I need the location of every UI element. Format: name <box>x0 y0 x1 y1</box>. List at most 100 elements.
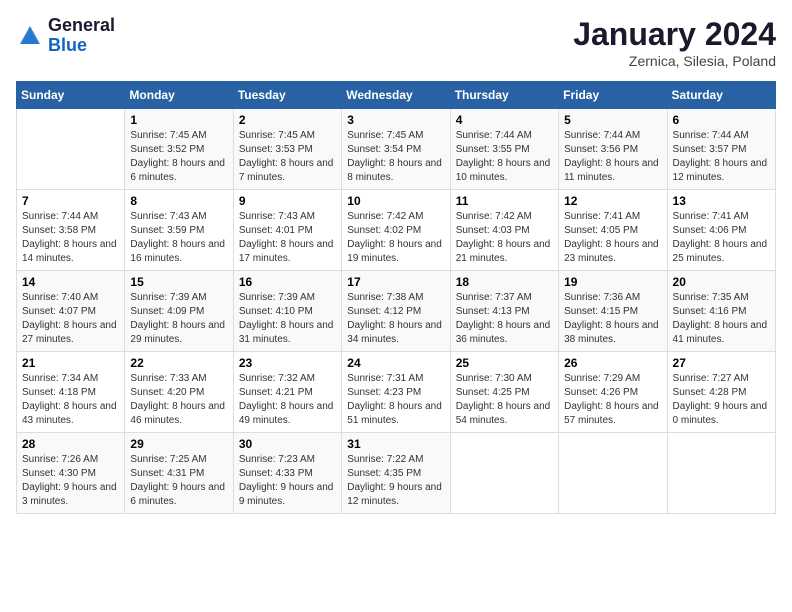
calendar-header-row: SundayMondayTuesdayWednesdayThursdayFrid… <box>17 82 776 109</box>
calendar-cell: 18Sunrise: 7:37 AMSunset: 4:13 PMDayligh… <box>450 271 558 352</box>
calendar-cell: 30 Sunrise: 7:23 AMSunset: 4:33 PMDayligh… <box>233 433 341 514</box>
day-info: Sunrise: 7:45 AMSunset: 3:53 PMDaylight:… <box>239 129 336 185</box>
day-info: Sunrise: 7:43 AMSunset: 3:59 PMDaylight:… <box>130 210 227 266</box>
calendar-cell: 22 Sunrise: 7:33 AMSunset: 4:20 PMDayligh… <box>125 352 233 433</box>
day-number: 24 <box>347 356 444 370</box>
calendar-cell: 16Sunrise: 7:39 AMSunset: 4:10 PMDayligh… <box>233 271 341 352</box>
day-info: Sunrise: 7:25 AMSunset: 4:31 PMDaylight:… <box>130 453 227 509</box>
day-info: Sunrise: 7:45 AMSunset: 3:54 PMDaylight:… <box>347 129 444 185</box>
col-header-monday: Monday <box>125 82 233 109</box>
day-number: 30 <box>239 437 336 451</box>
calendar-cell: 1 Sunrise: 7:45 AMSunset: 3:52 PMDaylight… <box>125 109 233 190</box>
calendar-cell: 10 Sunrise: 7:42 AMSunset: 4:02 PMDayligh… <box>342 190 450 271</box>
day-number: 27 <box>673 356 770 370</box>
day-number: 26 <box>564 356 661 370</box>
day-number: 10 <box>347 194 444 208</box>
day-info: Sunrise: 7:38 AMSunset: 4:12 PMDaylight:… <box>347 291 444 347</box>
col-header-tuesday: Tuesday <box>233 82 341 109</box>
calendar-cell <box>17 109 125 190</box>
day-number: 12 <box>564 194 661 208</box>
day-number: 8 <box>130 194 227 208</box>
calendar-cell: 12 Sunrise: 7:41 AMSunset: 4:05 PMDayligh… <box>559 190 667 271</box>
logo-general: General <box>48 16 115 36</box>
calendar-cell: 24 Sunrise: 7:31 AMSunset: 4:23 PMDayligh… <box>342 352 450 433</box>
day-info: Sunrise: 7:33 AMSunset: 4:20 PMDaylight:… <box>130 372 227 428</box>
day-info: Sunrise: 7:22 AMSunset: 4:35 PMDaylight:… <box>347 453 444 509</box>
col-header-sunday: Sunday <box>17 82 125 109</box>
day-number: 22 <box>130 356 227 370</box>
calendar-cell: 9Sunrise: 7:43 AMSunset: 4:01 PMDaylight… <box>233 190 341 271</box>
day-number: 21 <box>22 356 119 370</box>
day-number: 20 <box>673 275 770 289</box>
calendar-cell: 2Sunrise: 7:45 AMSunset: 3:53 PMDaylight… <box>233 109 341 190</box>
week-row-1: 7Sunrise: 7:44 AMSunset: 3:58 PMDaylight… <box>17 190 776 271</box>
page-header: General Blue January 2024 Zernica, Siles… <box>16 16 776 69</box>
calendar-cell: 28 Sunrise: 7:26 AMSunset: 4:30 PMDayligh… <box>17 433 125 514</box>
day-info: Sunrise: 7:44 AMSunset: 3:55 PMDaylight:… <box>456 129 553 185</box>
day-number: 15 <box>130 275 227 289</box>
day-info: Sunrise: 7:37 AMSunset: 4:13 PMDaylight:… <box>456 291 553 347</box>
day-info: Sunrise: 7:42 AMSunset: 4:03 PMDaylight:… <box>456 210 553 266</box>
day-number: 11 <box>456 194 553 208</box>
calendar-cell: 14Sunrise: 7:40 AMSunset: 4:07 PMDayligh… <box>17 271 125 352</box>
calendar-cell: 25 Sunrise: 7:30 AMSunset: 4:25 PMDayligh… <box>450 352 558 433</box>
day-number: 17 <box>347 275 444 289</box>
logo-text: General Blue <box>48 16 115 56</box>
day-info: Sunrise: 7:27 AMSunset: 4:28 PMDaylight:… <box>673 372 770 428</box>
col-header-saturday: Saturday <box>667 82 775 109</box>
week-row-0: 1 Sunrise: 7:45 AMSunset: 3:52 PMDaylight… <box>17 109 776 190</box>
day-info: Sunrise: 7:43 AMSunset: 4:01 PMDaylight:… <box>239 210 336 266</box>
day-number: 1 <box>130 113 227 127</box>
col-header-wednesday: Wednesday <box>342 82 450 109</box>
calendar-cell: 31 Sunrise: 7:22 AMSunset: 4:35 PMDayligh… <box>342 433 450 514</box>
day-number: 6 <box>673 113 770 127</box>
month-title: January 2024 <box>573 16 776 53</box>
calendar-cell: 3 Sunrise: 7:45 AMSunset: 3:54 PMDaylight… <box>342 109 450 190</box>
calendar-cell: 8 Sunrise: 7:43 AMSunset: 3:59 PMDaylight… <box>125 190 233 271</box>
calendar-cell: 23Sunrise: 7:32 AMSunset: 4:21 PMDayligh… <box>233 352 341 433</box>
day-info: Sunrise: 7:41 AMSunset: 4:06 PMDaylight:… <box>673 210 770 266</box>
calendar-cell <box>450 433 558 514</box>
day-info: Sunrise: 7:41 AMSunset: 4:05 PMDaylight:… <box>564 210 661 266</box>
day-info: Sunrise: 7:31 AMSunset: 4:23 PMDaylight:… <box>347 372 444 428</box>
calendar-cell: 29Sunrise: 7:25 AMSunset: 4:31 PMDayligh… <box>125 433 233 514</box>
logo-icon <box>16 22 44 50</box>
day-info: Sunrise: 7:35 AMSunset: 4:16 PMDaylight:… <box>673 291 770 347</box>
day-number: 3 <box>347 113 444 127</box>
day-info: Sunrise: 7:44 AMSunset: 3:56 PMDaylight:… <box>564 129 661 185</box>
calendar-cell: 4 Sunrise: 7:44 AMSunset: 3:55 PMDaylight… <box>450 109 558 190</box>
col-header-thursday: Thursday <box>450 82 558 109</box>
day-info: Sunrise: 7:36 AMSunset: 4:15 PMDaylight:… <box>564 291 661 347</box>
week-row-4: 28 Sunrise: 7:26 AMSunset: 4:30 PMDayligh… <box>17 433 776 514</box>
day-info: Sunrise: 7:45 AMSunset: 3:52 PMDaylight:… <box>130 129 227 185</box>
day-number: 4 <box>456 113 553 127</box>
col-header-friday: Friday <box>559 82 667 109</box>
day-number: 13 <box>673 194 770 208</box>
calendar-cell: 15 Sunrise: 7:39 AMSunset: 4:09 PMDayligh… <box>125 271 233 352</box>
day-info: Sunrise: 7:44 AMSunset: 3:57 PMDaylight:… <box>673 129 770 185</box>
day-number: 25 <box>456 356 553 370</box>
calendar-cell: 5 Sunrise: 7:44 AMSunset: 3:56 PMDaylight… <box>559 109 667 190</box>
day-number: 14 <box>22 275 119 289</box>
day-number: 7 <box>22 194 119 208</box>
calendar-cell: 13 Sunrise: 7:41 AMSunset: 4:06 PMDayligh… <box>667 190 775 271</box>
day-info: Sunrise: 7:29 AMSunset: 4:26 PMDaylight:… <box>564 372 661 428</box>
calendar-cell: 17 Sunrise: 7:38 AMSunset: 4:12 PMDayligh… <box>342 271 450 352</box>
day-number: 28 <box>22 437 119 451</box>
day-number: 19 <box>564 275 661 289</box>
calendar-cell: 7Sunrise: 7:44 AMSunset: 3:58 PMDaylight… <box>17 190 125 271</box>
day-info: Sunrise: 7:23 AMSunset: 4:33 PMDaylight:… <box>239 453 336 509</box>
day-number: 31 <box>347 437 444 451</box>
day-info: Sunrise: 7:32 AMSunset: 4:21 PMDaylight:… <box>239 372 336 428</box>
day-info: Sunrise: 7:39 AMSunset: 4:09 PMDaylight:… <box>130 291 227 347</box>
calendar-cell: 19 Sunrise: 7:36 AMSunset: 4:15 PMDayligh… <box>559 271 667 352</box>
day-info: Sunrise: 7:42 AMSunset: 4:02 PMDaylight:… <box>347 210 444 266</box>
day-info: Sunrise: 7:30 AMSunset: 4:25 PMDaylight:… <box>456 372 553 428</box>
logo: General Blue <box>16 16 115 56</box>
calendar-cell <box>667 433 775 514</box>
day-info: Sunrise: 7:26 AMSunset: 4:30 PMDaylight:… <box>22 453 119 509</box>
calendar-cell: 21Sunrise: 7:34 AMSunset: 4:18 PMDayligh… <box>17 352 125 433</box>
day-number: 5 <box>564 113 661 127</box>
day-number: 16 <box>239 275 336 289</box>
calendar-cell: 26 Sunrise: 7:29 AMSunset: 4:26 PMDayligh… <box>559 352 667 433</box>
